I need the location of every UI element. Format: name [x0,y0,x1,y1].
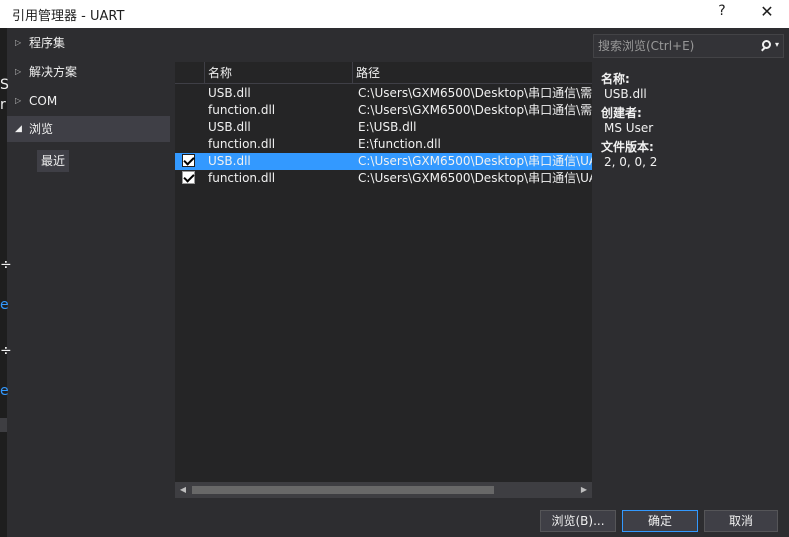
column-header-row: 名称 路径 [175,62,592,84]
nav-item-com[interactable]: ▷ COM [7,88,170,114]
bg-glyph: e [0,297,9,313]
row-name: function.dll [208,103,276,117]
row-path: C:\Users\GXM6500\Desktop\串口通信\需 [358,103,592,117]
table-row[interactable]: function.dll C:\Users\GXM6500\Desktop\串口… [175,170,592,187]
bg-glyph: ÷ [0,257,12,273]
reference-list: 名称 路径 USB.dll C:\Users\GXM6500\Desktop\串… [175,62,592,498]
scroll-right-icon[interactable]: ▶ [576,482,592,498]
table-row-selected[interactable]: USB.dll C:\Users\GXM6500\Desktop\串口通信\UA [175,153,592,170]
help-button[interactable]: ? [714,3,730,23]
detail-version-label: 文件版本: [601,140,654,154]
table-row[interactable]: USB.dll E:\USB.dll [175,119,592,136]
bg-bar [0,418,7,432]
nav-item-label: 浏览 [29,122,54,136]
background-editor-strip: C S r ÷ e ÷ e [0,6,12,537]
expand-arrow-icon: ▷ [15,67,22,76]
collapse-arrow-icon: ◢ [15,124,22,134]
detail-creator-value: MS User [604,121,654,135]
nav-item-assemblies[interactable]: ▷ 程序集 [7,30,170,56]
ok-button[interactable]: 确定 [622,510,698,532]
row-name: USB.dll [208,154,251,168]
nav-item-label: 程序集 [29,36,66,50]
detail-name-value: USB.dll [604,87,647,101]
nav-item-label: 解决方案 [29,65,78,79]
row-name: function.dll [208,137,276,151]
row-name: USB.dll [208,120,251,134]
search-box: ▾ [593,34,784,58]
expand-arrow-icon: ▷ [15,96,22,105]
detail-name-label: 名称: [601,72,630,86]
row-path: E:\USB.dll [358,120,417,134]
row-path: C:\Users\GXM6500\Desktop\串口通信\UA [358,171,592,185]
nav-subitem-recent[interactable]: 最近 [37,150,70,172]
cancel-button[interactable]: 取消 [704,510,778,532]
nav-item-solution[interactable]: ▷ 解决方案 [7,59,170,85]
table-row[interactable]: USB.dll C:\Users\GXM6500\Desktop\串口通信\需 [175,85,592,102]
window-title: 引用管理器 - UART [12,9,125,24]
include-checkbox[interactable] [182,154,195,167]
include-checkbox[interactable] [182,171,195,184]
bg-glyph: e [0,383,9,399]
scroll-left-icon[interactable]: ◀ [175,482,191,498]
table-row[interactable]: function.dll E:\function.dll [175,136,592,153]
expand-arrow-icon: ▷ [15,38,22,47]
search-input[interactable] [598,37,748,55]
title-bar: 引用管理器 - UART ? ✕ [0,0,789,28]
bg-glyph: r [0,97,6,113]
bg-glyph: ÷ [0,343,12,359]
nav-item-label: COM [29,94,58,108]
detail-version-value: 2, 0, 0, 2 [604,155,658,169]
table-row[interactable]: function.dll C:\Users\GXM6500\Desktop\串口… [175,102,592,119]
close-button[interactable]: ✕ [757,2,777,24]
row-name: USB.dll [208,86,251,100]
chevron-down-icon: ▾ [775,40,780,49]
search-icon[interactable]: ▾ [758,37,784,55]
column-header-path[interactable]: 路径 [352,62,592,84]
column-header-name[interactable]: 名称 [204,62,352,84]
row-path: C:\Users\GXM6500\Desktop\串口通信\UA [358,154,592,168]
horizontal-scrollbar[interactable]: ◀ ▶ [175,482,592,498]
magnifier-handle [761,46,766,52]
scrollbar-thumb[interactable] [192,486,494,494]
row-name: function.dll [208,171,276,185]
detail-creator-label: 创建者: [601,106,642,120]
row-path: C:\Users\GXM6500\Desktop\串口通信\需 [358,86,592,100]
browse-button[interactable]: 浏览(B)... [540,510,616,532]
row-path: E:\function.dll [358,137,441,151]
nav-item-browse[interactable]: ◢ 浏览 [7,116,170,142]
